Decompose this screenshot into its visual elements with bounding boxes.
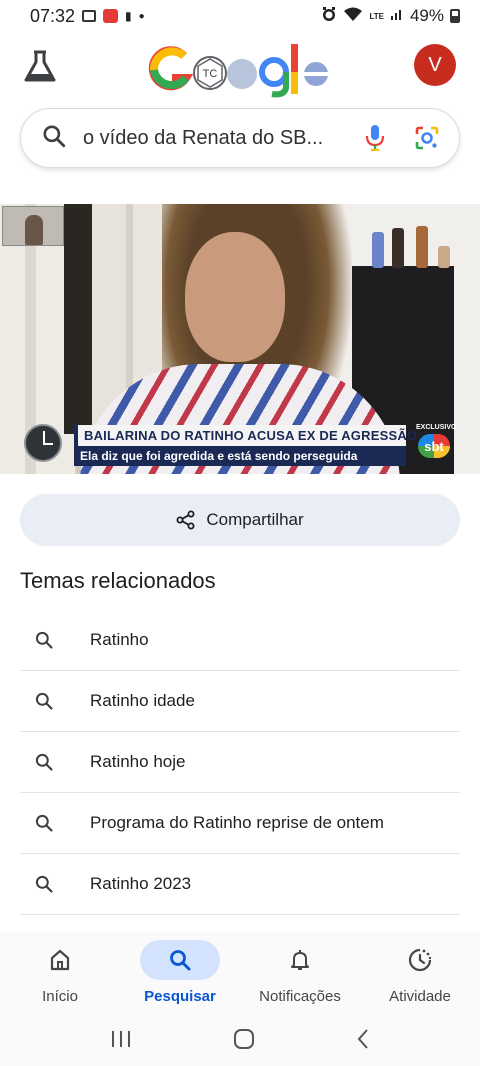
nav-label-home: Início (42, 988, 78, 1005)
home-button-icon[interactable] (233, 1028, 255, 1055)
related-topic-item[interactable]: Programa do Ratinho reprise de ontem (20, 793, 460, 854)
related-topic-label: Ratinho idade (90, 691, 195, 710)
search-query-text[interactable]: o vídeo da Renata do SB... (83, 127, 337, 150)
nav-item-home[interactable]: Início (0, 932, 120, 1016)
lte-label: LTE (369, 11, 384, 21)
bell-icon (260, 940, 340, 980)
search-icon (140, 940, 220, 980)
search-icon (20, 691, 70, 711)
home-icon (20, 940, 100, 980)
more-notifications-icon: ● (138, 10, 145, 22)
nav-item-search[interactable]: Pesquisar (120, 932, 240, 1016)
nav-label-activity: Atividade (389, 988, 451, 1005)
search-icon (20, 813, 70, 833)
search-icon (20, 874, 70, 894)
activity-icon (380, 940, 460, 980)
nav-item-notifications[interactable]: Notificações (240, 932, 360, 1016)
video-headline: BAILARINA DO RATINHO ACUSA EX DE AGRESSÃ… (74, 425, 417, 446)
recent-apps-icon[interactable] (110, 1029, 132, 1054)
alarm-icon (321, 6, 337, 27)
related-topic-label: Ratinho 2023 (90, 874, 192, 893)
wifi-icon (343, 6, 363, 27)
shelf-figurine (392, 228, 404, 268)
sbt-logo-text: sbt (424, 438, 444, 454)
shelf-figurine (372, 232, 384, 268)
video-background-window (64, 204, 92, 434)
battery-percent: 49% (409, 6, 444, 25)
pip-person (25, 215, 43, 245)
voice-search-mic-icon[interactable] (361, 124, 389, 152)
cell-signal-icon (390, 6, 404, 26)
related-topic-label: Programa do Ratinho reprise de ontem (90, 813, 384, 832)
battery-icon (450, 9, 460, 23)
exclusive-badge: EXCLUSIVO (416, 424, 457, 431)
search-icon (41, 123, 67, 154)
signal-small-icon: ▮ (125, 9, 132, 23)
nav-item-activity[interactable]: Atividade (360, 932, 480, 1016)
bottom-navigation: Início Pesquisar Notificações Atividade (0, 932, 480, 1016)
share-button[interactable]: Compartilhar (20, 494, 460, 546)
related-topics-heading: Temas relacionados (20, 568, 216, 593)
related-topics-list: Ratinho Ratinho idade Ratinho hoje Progr… (20, 610, 460, 915)
status-bar: 07:32 ▮ ● LTE 49% (0, 0, 480, 32)
video-lower-third: BAILARINA DO RATINHO ACUSA EX DE AGRESSÃ… (74, 425, 417, 466)
google-lens-camera-icon[interactable] (413, 124, 441, 152)
account-avatar[interactable]: V (414, 44, 456, 86)
related-topic-label: Ratinho hoje (90, 752, 186, 771)
related-topic-item[interactable]: Ratinho 2023 (20, 854, 460, 915)
doodle-text: TC (203, 68, 218, 80)
shelf-figurine (416, 226, 428, 268)
video-person-face (185, 232, 285, 362)
status-time: 07:32 (30, 5, 76, 26)
nav-label-notifications: Notificações (259, 988, 341, 1005)
nav-label-search: Pesquisar (144, 988, 216, 1005)
share-icon (176, 510, 195, 530)
related-topic-label: Ratinho (90, 630, 149, 649)
related-topic-item[interactable]: Ratinho idade (20, 671, 460, 732)
search-icon (20, 752, 70, 772)
related-topic-item[interactable]: Ratinho hoje (20, 732, 460, 793)
gallery-notification-icon (82, 10, 97, 22)
share-label: Compartilhar (206, 510, 304, 529)
google-doodle-logo[interactable]: TC (148, 42, 332, 100)
app-notification-icon (103, 9, 119, 23)
search-bar[interactable]: o vídeo da Renata do SB... (20, 108, 460, 168)
back-button-icon[interactable] (356, 1028, 370, 1055)
avatar-letter: V (428, 53, 442, 76)
video-subtitle: Ela diz que foi agredida e está sendo pe… (74, 446, 406, 466)
sbt-channel-logo: sbt (418, 434, 450, 458)
video-picture-in-picture (2, 206, 64, 246)
labs-flask-icon[interactable] (20, 46, 60, 86)
system-navigation-bar (0, 1016, 480, 1066)
related-topic-item[interactable]: Ratinho (20, 610, 460, 671)
shelf-figurine (438, 246, 450, 268)
app-header: TC V (0, 40, 480, 98)
tv-clock-icon (24, 424, 62, 462)
search-icon (20, 630, 70, 650)
